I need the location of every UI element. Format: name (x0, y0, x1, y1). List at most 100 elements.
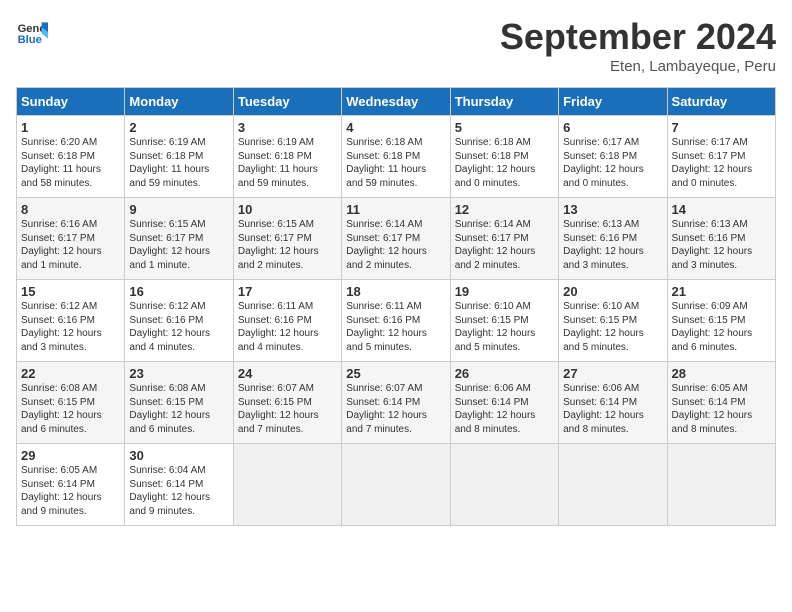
calendar-cell: 12Sunrise: 6:14 AM Sunset: 6:17 PM Dayli… (450, 198, 558, 280)
col-wednesday: Wednesday (342, 88, 450, 116)
day-number: 14 (672, 202, 771, 217)
day-number: 28 (672, 366, 771, 381)
calendar-week-5: 29Sunrise: 6:05 AM Sunset: 6:14 PM Dayli… (17, 444, 776, 526)
day-number: 10 (238, 202, 337, 217)
day-content: Sunrise: 6:17 AM Sunset: 6:18 PM Dayligh… (563, 136, 662, 190)
col-tuesday: Tuesday (233, 88, 341, 116)
day-number: 17 (238, 284, 337, 299)
day-number: 22 (21, 366, 120, 381)
calendar-week-2: 8Sunrise: 6:16 AM Sunset: 6:17 PM Daylig… (17, 198, 776, 280)
day-number: 15 (21, 284, 120, 299)
calendar-cell: 25Sunrise: 6:07 AM Sunset: 6:14 PM Dayli… (342, 362, 450, 444)
day-content: Sunrise: 6:11 AM Sunset: 6:16 PM Dayligh… (238, 300, 337, 354)
day-number: 2 (129, 120, 228, 135)
calendar-cell: 11Sunrise: 6:14 AM Sunset: 6:17 PM Dayli… (342, 198, 450, 280)
calendar-cell: 9Sunrise: 6:15 AM Sunset: 6:17 PM Daylig… (125, 198, 233, 280)
logo-icon: General Blue (16, 16, 48, 48)
calendar-header-row: Sunday Monday Tuesday Wednesday Thursday… (17, 88, 776, 116)
day-content: Sunrise: 6:11 AM Sunset: 6:16 PM Dayligh… (346, 300, 445, 354)
calendar-cell: 23Sunrise: 6:08 AM Sunset: 6:15 PM Dayli… (125, 362, 233, 444)
calendar-week-1: 1Sunrise: 6:20 AM Sunset: 6:18 PM Daylig… (17, 116, 776, 198)
page-header: General Blue September 2024 Eten, Lambay… (16, 16, 776, 75)
col-monday: Monday (125, 88, 233, 116)
day-number: 23 (129, 366, 228, 381)
day-content: Sunrise: 6:15 AM Sunset: 6:17 PM Dayligh… (238, 218, 337, 272)
calendar-cell: 3Sunrise: 6:19 AM Sunset: 6:18 PM Daylig… (233, 116, 341, 198)
day-number: 21 (672, 284, 771, 299)
logo: General Blue (16, 16, 48, 48)
day-content: Sunrise: 6:13 AM Sunset: 6:16 PM Dayligh… (672, 218, 771, 272)
day-content: Sunrise: 6:14 AM Sunset: 6:17 PM Dayligh… (346, 218, 445, 272)
day-content: Sunrise: 6:05 AM Sunset: 6:14 PM Dayligh… (21, 464, 120, 518)
day-content: Sunrise: 6:07 AM Sunset: 6:14 PM Dayligh… (346, 382, 445, 436)
calendar-cell: 10Sunrise: 6:15 AM Sunset: 6:17 PM Dayli… (233, 198, 341, 280)
calendar-cell (559, 444, 667, 526)
day-content: Sunrise: 6:10 AM Sunset: 6:15 PM Dayligh… (455, 300, 554, 354)
day-content: Sunrise: 6:13 AM Sunset: 6:16 PM Dayligh… (563, 218, 662, 272)
day-number: 18 (346, 284, 445, 299)
day-number: 4 (346, 120, 445, 135)
day-content: Sunrise: 6:10 AM Sunset: 6:15 PM Dayligh… (563, 300, 662, 354)
calendar-cell: 21Sunrise: 6:09 AM Sunset: 6:15 PM Dayli… (667, 280, 775, 362)
calendar-cell: 30Sunrise: 6:04 AM Sunset: 6:14 PM Dayli… (125, 444, 233, 526)
day-number: 29 (21, 448, 120, 463)
calendar-cell: 20Sunrise: 6:10 AM Sunset: 6:15 PM Dayli… (559, 280, 667, 362)
calendar-cell: 15Sunrise: 6:12 AM Sunset: 6:16 PM Dayli… (17, 280, 125, 362)
col-sunday: Sunday (17, 88, 125, 116)
calendar-cell: 13Sunrise: 6:13 AM Sunset: 6:16 PM Dayli… (559, 198, 667, 280)
day-number: 12 (455, 202, 554, 217)
day-number: 30 (129, 448, 228, 463)
day-content: Sunrise: 6:08 AM Sunset: 6:15 PM Dayligh… (21, 382, 120, 436)
day-content: Sunrise: 6:20 AM Sunset: 6:18 PM Dayligh… (21, 136, 120, 190)
day-content: Sunrise: 6:09 AM Sunset: 6:15 PM Dayligh… (672, 300, 771, 354)
title-block: September 2024 Eten, Lambayeque, Peru (500, 16, 776, 75)
col-friday: Friday (559, 88, 667, 116)
day-number: 5 (455, 120, 554, 135)
col-thursday: Thursday (450, 88, 558, 116)
day-number: 7 (672, 120, 771, 135)
calendar-week-3: 15Sunrise: 6:12 AM Sunset: 6:16 PM Dayli… (17, 280, 776, 362)
day-content: Sunrise: 6:19 AM Sunset: 6:18 PM Dayligh… (129, 136, 228, 190)
calendar-cell: 14Sunrise: 6:13 AM Sunset: 6:16 PM Dayli… (667, 198, 775, 280)
day-number: 26 (455, 366, 554, 381)
day-number: 27 (563, 366, 662, 381)
day-content: Sunrise: 6:07 AM Sunset: 6:15 PM Dayligh… (238, 382, 337, 436)
calendar-week-4: 22Sunrise: 6:08 AM Sunset: 6:15 PM Dayli… (17, 362, 776, 444)
day-number: 13 (563, 202, 662, 217)
day-content: Sunrise: 6:18 AM Sunset: 6:18 PM Dayligh… (346, 136, 445, 190)
calendar-cell: 17Sunrise: 6:11 AM Sunset: 6:16 PM Dayli… (233, 280, 341, 362)
day-content: Sunrise: 6:14 AM Sunset: 6:17 PM Dayligh… (455, 218, 554, 272)
day-content: Sunrise: 6:05 AM Sunset: 6:14 PM Dayligh… (672, 382, 771, 436)
day-number: 9 (129, 202, 228, 217)
day-number: 25 (346, 366, 445, 381)
day-content: Sunrise: 6:12 AM Sunset: 6:16 PM Dayligh… (21, 300, 120, 354)
day-number: 11 (346, 202, 445, 217)
calendar-cell: 29Sunrise: 6:05 AM Sunset: 6:14 PM Dayli… (17, 444, 125, 526)
calendar-cell: 19Sunrise: 6:10 AM Sunset: 6:15 PM Dayli… (450, 280, 558, 362)
calendar-cell: 5Sunrise: 6:18 AM Sunset: 6:18 PM Daylig… (450, 116, 558, 198)
calendar-cell: 18Sunrise: 6:11 AM Sunset: 6:16 PM Dayli… (342, 280, 450, 362)
calendar-cell (667, 444, 775, 526)
calendar-cell: 4Sunrise: 6:18 AM Sunset: 6:18 PM Daylig… (342, 116, 450, 198)
day-number: 16 (129, 284, 228, 299)
day-number: 19 (455, 284, 554, 299)
calendar-table: Sunday Monday Tuesday Wednesday Thursday… (16, 87, 776, 526)
calendar-cell: 16Sunrise: 6:12 AM Sunset: 6:16 PM Dayli… (125, 280, 233, 362)
calendar-cell: 24Sunrise: 6:07 AM Sunset: 6:15 PM Dayli… (233, 362, 341, 444)
calendar-cell: 22Sunrise: 6:08 AM Sunset: 6:15 PM Dayli… (17, 362, 125, 444)
day-number: 8 (21, 202, 120, 217)
calendar-cell: 26Sunrise: 6:06 AM Sunset: 6:14 PM Dayli… (450, 362, 558, 444)
day-content: Sunrise: 6:19 AM Sunset: 6:18 PM Dayligh… (238, 136, 337, 190)
calendar-cell: 6Sunrise: 6:17 AM Sunset: 6:18 PM Daylig… (559, 116, 667, 198)
day-number: 6 (563, 120, 662, 135)
day-content: Sunrise: 6:06 AM Sunset: 6:14 PM Dayligh… (455, 382, 554, 436)
calendar-cell: 28Sunrise: 6:05 AM Sunset: 6:14 PM Dayli… (667, 362, 775, 444)
day-number: 1 (21, 120, 120, 135)
day-number: 3 (238, 120, 337, 135)
location-subtitle: Eten, Lambayeque, Peru (500, 58, 776, 75)
day-content: Sunrise: 6:15 AM Sunset: 6:17 PM Dayligh… (129, 218, 228, 272)
day-content: Sunrise: 6:06 AM Sunset: 6:14 PM Dayligh… (563, 382, 662, 436)
calendar-cell: 8Sunrise: 6:16 AM Sunset: 6:17 PM Daylig… (17, 198, 125, 280)
calendar-cell (342, 444, 450, 526)
day-content: Sunrise: 6:08 AM Sunset: 6:15 PM Dayligh… (129, 382, 228, 436)
